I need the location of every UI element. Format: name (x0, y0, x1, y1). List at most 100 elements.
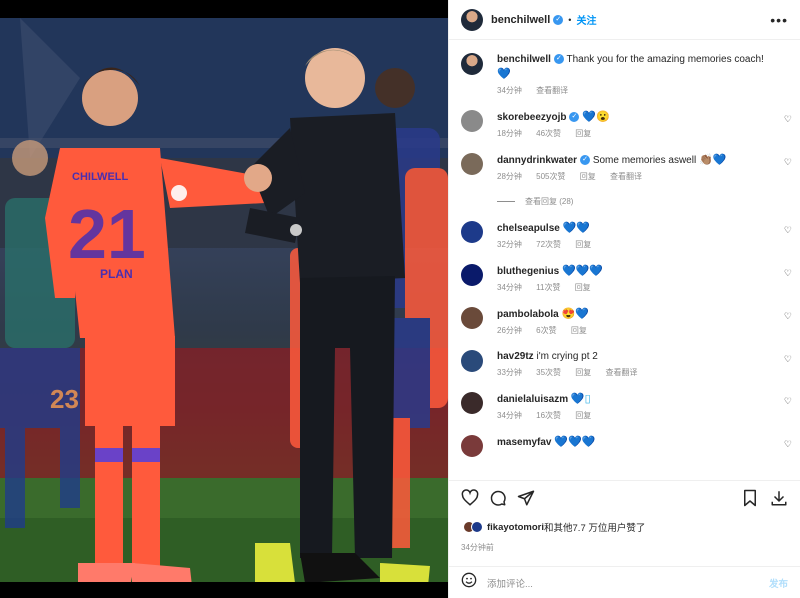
reply-button[interactable]: 回复 (575, 368, 591, 377)
comment-emoji: 💙😮 (582, 111, 610, 123)
comment-likes[interactable]: 11次赞 (536, 283, 560, 292)
reply-button[interactable]: 回复 (580, 172, 596, 181)
commenter-avatar[interactable] (461, 110, 483, 132)
comment-time: 34分钟 (497, 283, 522, 292)
commenter-avatar[interactable] (461, 221, 483, 243)
commenter-avatar[interactable] (461, 435, 483, 457)
comment-item: danielaluisazm 💙▯ 34分钟 16次赞 回复 ♡ (449, 392, 800, 421)
likes-summary[interactable]: fikayotomori 和其他7.7 万位用户赞了 (463, 520, 786, 534)
share-icon[interactable] (517, 489, 535, 512)
commenter-username[interactable]: masemyfav (497, 437, 551, 448)
like-icon[interactable] (461, 489, 479, 512)
see-translation-link[interactable]: 查看翻译 (536, 86, 568, 95)
emoji-icon[interactable] (461, 572, 477, 593)
save-bookmark-icon[interactable] (742, 489, 758, 512)
like-comment-icon[interactable]: ♡ (784, 114, 792, 125)
comment-likes[interactable]: 16次赞 (536, 411, 561, 420)
reply-button[interactable]: 回复 (571, 326, 587, 335)
see-translation-link[interactable]: 查看翻译 (606, 368, 638, 377)
see-translation-link[interactable]: 查看翻译 (610, 172, 642, 181)
commenter-username[interactable]: bluthegenius (497, 266, 559, 277)
commenter-username[interactable]: dannydrinkwater (497, 155, 577, 166)
comment-text: Some memories aswell (592, 155, 697, 166)
verified-icon: ✓ (553, 54, 564, 65)
like-comment-icon[interactable]: ♡ (784, 439, 792, 450)
post-photo[interactable]: 23 21 CHILWELL PLAN (0, 18, 448, 582)
post-header: benchilwell ✓ • 关注 ••• (449, 0, 800, 40)
like-comment-icon[interactable]: ♡ (784, 157, 792, 168)
comment-item: hav29tz i'm crying pt 2 33分钟 35次赞 回复 查看翻… (449, 350, 800, 378)
comment-item: chelseapulse 💙💙 32分钟 72次赞 回复 ♡ (449, 221, 800, 250)
comments-list[interactable]: benchilwell ✓ Thank you for the amazing m… (449, 41, 800, 478)
reply-button[interactable]: 回复 (575, 240, 591, 249)
comment-time: 34分钟 (497, 411, 522, 420)
comment-item: pambolabola 😍💙 26分钟 6次赞 回复 ♡ (449, 307, 800, 336)
comment-item: skorebeezyojb ✓ 💙😮 18分钟 46次赞 回复 ♡ (449, 110, 800, 139)
comment-item: dannydrinkwater ✓ Some memories aswell 👏🏽… (449, 153, 800, 182)
reply-button[interactable]: 回复 (575, 129, 591, 138)
commenter-username[interactable]: skorebeezyojb (497, 112, 566, 123)
follow-button[interactable]: 关注 (576, 12, 596, 27)
reply-button[interactable]: 回复 (575, 411, 591, 420)
like-comment-icon[interactable]: ♡ (784, 225, 792, 236)
view-replies-link[interactable]: 查看回复 (28) (449, 196, 800, 207)
comment-emoji: 💙💙💙 (554, 436, 596, 448)
comment-item: bluthegenius 💙💙💙 34分钟 11次赞 回复 ♡ (449, 264, 800, 293)
author-avatar-small[interactable] (461, 53, 483, 75)
comment-emoji: 💙▯ (570, 393, 591, 405)
like-comment-icon[interactable]: ♡ (784, 354, 792, 365)
comment-text: i'm crying pt 2 (536, 351, 598, 362)
player-name: CHILWELL (72, 171, 128, 183)
comment-item: masemyfav 💙💙💙 ♡ (449, 435, 800, 457)
commenter-username[interactable]: pambolabola (497, 309, 559, 320)
commenter-username[interactable]: chelseapulse (497, 223, 560, 234)
comment-likes[interactable]: 505次赞 (536, 172, 565, 181)
comment-time: 18分钟 (497, 129, 522, 138)
view-replies-label: 查看回复 (28) (525, 197, 574, 206)
liker-username[interactable]: fikayotomori (487, 522, 544, 533)
commenter-avatar[interactable] (461, 153, 483, 175)
likes-count-text: 和其他7.7 万位用户赞了 (544, 523, 646, 534)
like-comment-icon[interactable]: ♡ (784, 311, 792, 322)
like-comment-icon[interactable]: ♡ (784, 268, 792, 279)
verified-icon: ✓ (553, 14, 564, 25)
sponsor-text: PLAN (100, 267, 133, 281)
reply-button[interactable]: 回复 (575, 283, 591, 292)
download-icon[interactable] (770, 489, 788, 512)
comment-emoji: 👏🏽💙 (698, 154, 727, 166)
author-avatar[interactable] (461, 8, 483, 31)
photo-illustration: 23 21 CHILWELL PLAN (0, 18, 448, 582)
verified-icon: ✓ (569, 112, 580, 123)
caption-username[interactable]: benchilwell (497, 54, 551, 65)
comment-likes[interactable]: 6次赞 (536, 326, 556, 335)
post-sidebar: benchilwell ✓ • 关注 ••• benchilwell ✓ Than… (448, 0, 800, 598)
comment-icon[interactable] (489, 489, 507, 512)
commenter-username[interactable]: hav29tz (497, 351, 534, 362)
comment-likes[interactable]: 35次赞 (536, 368, 561, 377)
comment-time: 26分钟 (497, 326, 522, 335)
verified-icon: ✓ (580, 155, 591, 166)
comment-emoji: 💙💙 (562, 222, 590, 234)
commenter-avatar[interactable] (461, 264, 483, 286)
comment-emoji: 😍💙 (561, 308, 589, 320)
more-options-icon[interactable]: ••• (770, 12, 788, 28)
divider-line (497, 201, 515, 203)
like-comment-icon[interactable]: ♡ (784, 396, 792, 407)
caption-time: 34分钟 (497, 86, 522, 95)
comment-time: 28分钟 (497, 172, 522, 181)
commenter-avatar[interactable] (461, 350, 483, 372)
comment-emoji: 💙💙💙 (562, 265, 604, 277)
blue-heart-icon: 💙 (497, 68, 511, 80)
commenter-avatar[interactable] (461, 392, 483, 414)
add-comment-bar: 添加评论... 发布 (449, 566, 800, 598)
commenter-username[interactable]: danielaluisazm (497, 394, 568, 405)
comment-time: 33分钟 (497, 368, 522, 377)
commenter-avatar[interactable] (461, 307, 483, 329)
post-comment-button[interactable]: 发布 (769, 576, 788, 590)
comment-likes[interactable]: 72次赞 (536, 240, 561, 249)
author-username[interactable]: benchilwell (491, 14, 550, 26)
post-actions (449, 480, 800, 520)
comment-input[interactable]: 添加评论... (487, 576, 533, 590)
separator-dot: • (568, 14, 572, 25)
comment-likes[interactable]: 46次赞 (536, 129, 561, 138)
